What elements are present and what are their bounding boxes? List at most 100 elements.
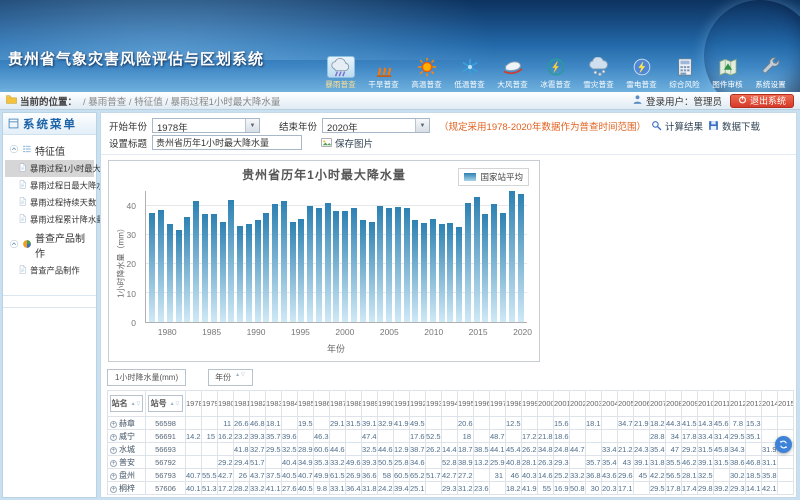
year-column-header[interactable]: 2007 — [650, 391, 666, 417]
value-cell: 45.8 — [714, 443, 730, 456]
sidebar-item[interactable]: 普查产品制作 — [5, 262, 94, 279]
expand-row-icon[interactable]: + — [110, 421, 117, 428]
bar-2013 — [456, 227, 462, 322]
download-button[interactable]: 数据下载 — [708, 119, 760, 133]
year-column-header[interactable]: 1979 — [202, 391, 218, 417]
year-column-header[interactable]: 2012 — [730, 391, 746, 417]
nav-item-risk[interactable]: 综合风险 — [663, 56, 706, 90]
start-year-select[interactable]: 1978年 ▼ — [152, 118, 260, 133]
year-column-header[interactable]: 1988 — [346, 391, 362, 417]
expand-row-icon[interactable]: + — [110, 447, 117, 454]
value-cell: 44.6 — [330, 443, 346, 456]
year-column-header[interactable]: 1990 — [378, 391, 394, 417]
location-label: 当前的位置： — [20, 94, 77, 108]
year-column-header[interactable]: 1984 — [282, 391, 298, 417]
value-cell: 43.7 — [250, 469, 266, 482]
breadcrumb: / 暴雨普查 / 特征值 / 暴雨过程1小时最大降水量 — [83, 94, 280, 108]
year-column-header[interactable]: 2011 — [714, 391, 730, 417]
value-cell: 38.6 — [730, 456, 746, 469]
year-column-header[interactable]: 2009 — [682, 391, 698, 417]
save-image-button[interactable]: 保存图片 — [321, 136, 373, 150]
x-tick-label: 1980 — [158, 327, 177, 337]
expand-row-icon[interactable]: + — [110, 434, 117, 441]
sidebar-item[interactable]: 暴雨过程持续天数 — [5, 194, 94, 211]
year-column-header[interactable]: 1987 — [330, 391, 346, 417]
x-tick-label: 2010 — [424, 327, 443, 337]
year-column-header[interactable]: 1992 — [410, 391, 426, 417]
nav-item-map[interactable]: 图件审核 — [706, 56, 749, 90]
year-column-header[interactable]: 2005 — [618, 391, 634, 417]
table-wrap: 站名▲▽ 站号▲▽19781979198019811982198319841985… — [107, 390, 796, 495]
year-column-header[interactable]: 1986 — [314, 391, 330, 417]
sidebar-section[interactable]: 特征值 — [5, 141, 94, 160]
y-tick-label: 10 — [127, 289, 136, 299]
nav-item-label: 图件审核 — [707, 79, 748, 89]
value-cell: 42.2 — [650, 469, 666, 482]
year-column-header[interactable]: 2015 — [778, 391, 794, 417]
station-name-cell: +盘州 — [108, 469, 146, 482]
year-column-header[interactable]: 1982 — [250, 391, 266, 417]
expand-row-icon[interactable]: + — [110, 460, 117, 467]
year-column-header[interactable]: 1991 — [394, 391, 410, 417]
year-column-header[interactable]: 1997 — [490, 391, 506, 417]
sort-icons: ▲▽ — [235, 372, 246, 383]
nav-item-drought[interactable]: 干旱普查 — [362, 56, 405, 90]
value-cell: 58 — [378, 469, 394, 482]
nav-item-wind[interactable]: 大风普查 — [491, 56, 534, 90]
year-column-header[interactable]: 1981 — [234, 391, 250, 417]
nav-item-cold[interactable]: 低温普查 — [448, 56, 491, 90]
year-column-header[interactable]: 2004 — [602, 391, 618, 417]
year-column-header[interactable]: 1994 — [442, 391, 458, 417]
year-column-header[interactable]: 1983 — [266, 391, 282, 417]
end-year-select[interactable]: 2020年 ▼ — [322, 118, 430, 133]
chart-title-input[interactable] — [152, 135, 302, 150]
station-name-header[interactable]: 站名▲▽ — [110, 395, 143, 412]
nav-item-heat[interactable]: 高温普查 — [405, 56, 448, 90]
logout-button[interactable]: 退出系统 — [730, 94, 794, 108]
expand-row-icon[interactable]: + — [110, 473, 117, 480]
value-cell: 26.2 — [522, 443, 538, 456]
year-column-header[interactable]: 2013 — [746, 391, 762, 417]
year-column-header[interactable]: 1998 — [506, 391, 522, 417]
nav-item-lightning[interactable]: 雷电普查 — [620, 56, 663, 90]
nav-item-settings[interactable]: 系统设置 — [749, 56, 792, 90]
year-column-header[interactable]: 1989 — [362, 391, 378, 417]
data-table-area: 1小时降水量(mm) 年份 ▲▽ 站名▲▽站号▲▽197819791980198… — [107, 369, 796, 495]
year-column-header[interactable]: 1980 — [218, 391, 234, 417]
year-column-header[interactable]: 2008 — [666, 391, 682, 417]
expand-row-icon[interactable]: + — [110, 486, 117, 493]
nav-item-hail[interactable]: 冰雹普查 — [534, 56, 577, 90]
year-column-header[interactable]: 1978 — [186, 391, 202, 417]
year-column-header[interactable]: 1996 — [474, 391, 490, 417]
year-column-header[interactable]: 2006 — [634, 391, 650, 417]
nav-item-rainstorm[interactable]: 暴雨普查 — [319, 56, 362, 90]
value-cell: 18.2 — [506, 482, 522, 495]
bar-2008 — [412, 220, 418, 322]
nav-item-snow[interactable]: 雪灾普查 — [577, 56, 620, 90]
year-column-header[interactable]: 2000 — [538, 391, 554, 417]
year-column-header[interactable]: 2010 — [698, 391, 714, 417]
sidebar-item[interactable]: 暴雨过程1小时最大降水量 — [5, 160, 94, 177]
refresh-float-button[interactable] — [775, 436, 792, 453]
year-column-header[interactable]: 1995 — [458, 391, 474, 417]
value-cell: 21.2 — [618, 443, 634, 456]
year-column-header[interactable]: 1999 — [522, 391, 538, 417]
year-column-header[interactable]: 2002 — [570, 391, 586, 417]
sidebar-item[interactable]: 暴雨过程日最大降水量 — [5, 177, 94, 194]
sidebar-item[interactable]: 暴雨过程累计降水量 — [5, 211, 94, 228]
calculate-button[interactable]: 计算结果 — [651, 119, 703, 133]
value-cell: 32.5 — [362, 443, 378, 456]
bar-2006 — [395, 207, 401, 322]
year-column-header[interactable]: 1985 — [298, 391, 314, 417]
year-column-header[interactable]: 2001 — [554, 391, 570, 417]
year-column-header[interactable]: 2003 — [586, 391, 602, 417]
bar-1997 — [316, 208, 322, 322]
year-sort-header[interactable]: 年份 ▲▽ — [208, 369, 253, 386]
measure-header[interactable]: 1小时降水量(mm) — [107, 369, 186, 386]
value-cell: 18 — [458, 430, 474, 443]
year-column-header[interactable]: 1993 — [426, 391, 442, 417]
sidebar-section[interactable]: 普查产品制作 — [5, 228, 94, 262]
station-id-header[interactable]: 站号▲▽ — [148, 395, 183, 412]
year-column-header[interactable]: 2014 — [762, 391, 778, 417]
y-tick-label: 20 — [127, 259, 136, 269]
